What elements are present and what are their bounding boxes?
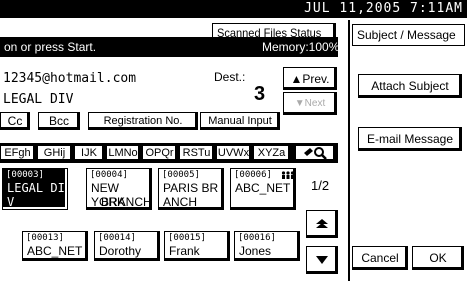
tab-bcc[interactable]: Bcc [38, 112, 80, 130]
address-entry-dorothy[interactable]: [00014] Dorothy [94, 231, 160, 261]
entry-line1: Frank [169, 244, 200, 258]
alpha-tab-opqr[interactable]: OPQr [142, 145, 177, 161]
entry-code: [00013] [26, 233, 64, 243]
entry-code: [00005] [162, 170, 200, 180]
alpha-tab-efgh[interactable]: EFgh [0, 145, 35, 161]
cancel-label: Cancel [361, 251, 399, 265]
scroll-down-button[interactable] [306, 246, 338, 274]
search-icon [304, 147, 327, 160]
alpha-tab-ghij[interactable]: GHij [37, 145, 72, 161]
tab-cc-label: Cc [7, 114, 23, 128]
entry-code: [00015] [168, 233, 206, 243]
alpha-tab-xyza[interactable]: XYZa [253, 145, 290, 161]
tab-manual-input[interactable]: Manual Input [200, 112, 280, 130]
search-button[interactable] [295, 145, 335, 161]
entry-code: [00004] [90, 170, 128, 180]
memory-indicator: Memory:100% [262, 40, 340, 54]
email-message-button[interactable]: E-mail Message [358, 127, 462, 151]
entry-line2: ANCH [163, 195, 198, 209]
tab-cc[interactable]: Cc [0, 112, 30, 130]
ok-button[interactable]: OK [412, 246, 464, 270]
entry-code: [00006] [234, 170, 272, 180]
entry-line2: V [7, 195, 15, 209]
address-entry-jones[interactable]: [00016] Jones [234, 231, 300, 261]
attach-subject-label: Attach Subject [371, 79, 449, 93]
address-entry-legal-div[interactable]: [00003] LEGAL DI V [2, 168, 68, 210]
prev-button[interactable]: ▲Prev. [283, 67, 337, 90]
scroll-down-icon [316, 256, 328, 264]
attach-subject-button[interactable]: Attach Subject [358, 74, 462, 98]
tab-bcc-label: Bcc [48, 114, 69, 128]
address-entry-abc-net-group[interactable]: [00006] ABC_NET [230, 168, 296, 210]
entry-line1: ABC_NET [27, 244, 83, 258]
entry-code: [00003] [6, 170, 44, 180]
dest-label: Dest.: [214, 70, 246, 84]
address-entry-frank[interactable]: [00015] Frank [164, 231, 230, 261]
address-entry-paris-branch[interactable]: [00005] PARIS BR ANCH [158, 168, 224, 210]
page-indicator: 1/2 [311, 178, 330, 193]
address-entry-new-york-branch[interactable]: [00004] NEW YORK BRANCH [86, 168, 152, 210]
entry-line1: PARIS BR [163, 181, 219, 195]
tab-manual-input-label: Manual Input [208, 115, 272, 127]
entry-line2: BRANCH [101, 195, 152, 209]
entry-line1: Jones [239, 244, 272, 258]
date-time: JUL 11,2005 7:11AM [304, 1, 463, 16]
entry-code: [00014] [98, 233, 136, 243]
entry-line1: ABC_NET [235, 181, 291, 195]
tab-registration-no[interactable]: Registration No. [88, 112, 198, 130]
subject-message-title: Subject / Message [352, 24, 465, 46]
entry-code: [00016] [238, 233, 276, 243]
entry-line1: Dorothy [99, 244, 142, 258]
entry-line1: LEGAL DI [7, 181, 65, 195]
destination-email: 12345@hotmail.com [3, 71, 137, 86]
group-icon [281, 171, 295, 179]
scroll-up-button[interactable] [306, 210, 338, 238]
prompt-text: on or press Start. [4, 40, 97, 54]
address-entry-abc-net[interactable]: [00013] ABC_NET [22, 231, 88, 261]
dest-count: 3 [254, 83, 266, 105]
destination-name: LEGAL DIV [3, 92, 74, 107]
email-message-label: E-mail Message [366, 132, 454, 146]
next-button[interactable]: ▼Next [283, 92, 337, 115]
alpha-tab-lmno[interactable]: LMNo [106, 145, 140, 161]
cancel-button[interactable]: Cancel [352, 246, 408, 270]
alpha-tab-ijk[interactable]: IJK [74, 145, 104, 161]
scroll-up-icon [316, 219, 328, 228]
ok-label: OK [429, 251, 447, 265]
alpha-tab-rstu[interactable]: RSTu [179, 145, 214, 161]
alpha-tab-uvwx[interactable]: UVWx [216, 145, 251, 161]
tab-registration-no-label: Registration No. [103, 115, 183, 127]
next-label: ▼Next [294, 98, 326, 109]
prev-label: ▲Prev. [290, 71, 330, 86]
